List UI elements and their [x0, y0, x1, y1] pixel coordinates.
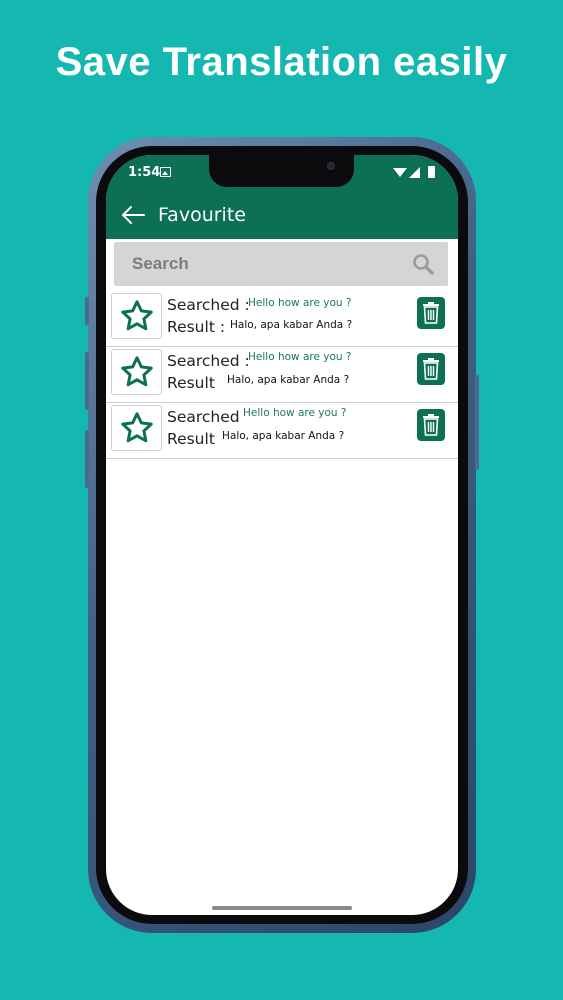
image-icon — [160, 167, 171, 177]
searched-text: Hello how are you ? — [248, 351, 352, 363]
favourite-toggle[interactable] — [111, 349, 162, 395]
trash-icon — [423, 414, 439, 436]
result-text: Halo, apa kabar Anda ? — [227, 374, 350, 386]
delete-button[interactable] — [417, 297, 445, 329]
app-bar: Favourite — [106, 191, 458, 239]
star-outline-icon — [121, 356, 153, 387]
result-text: Halo, apa kabar Anda ? — [222, 430, 345, 442]
searched-label: Searched — [167, 408, 240, 426]
signal-icon — [409, 167, 420, 178]
result-text: Halo, apa kabar Anda ? — [230, 319, 353, 331]
star-outline-icon — [121, 300, 153, 331]
page-title: Favourite — [158, 204, 246, 226]
searched-label: Searched : — [167, 352, 250, 370]
search-input[interactable] — [114, 242, 404, 286]
searched-text: Hello how are you ? — [248, 297, 352, 309]
wifi-icon — [393, 168, 407, 177]
searched-label: Searched : — [167, 296, 250, 314]
phone-side-button — [85, 352, 89, 410]
phone-side-button — [475, 375, 479, 470]
list-item[interactable]: Searched Hello how are you ? Result Halo… — [106, 403, 458, 459]
promo-headline: Save Translation easily — [55, 40, 508, 84]
list-item[interactable]: Searched : Hello how are you ? Result Ha… — [106, 347, 458, 403]
phone-side-button — [85, 430, 89, 488]
result-label: Result — [167, 374, 215, 392]
delete-button[interactable] — [417, 353, 445, 385]
home-indicator[interactable] — [212, 906, 352, 910]
list-item[interactable]: Searched : Hello how are you ? Result : … — [106, 291, 458, 347]
favourite-toggle[interactable] — [111, 293, 162, 339]
battery-icon — [428, 166, 435, 178]
favourites-list: Searched : Hello how are you ? Result : … — [106, 291, 458, 459]
phone-screen: 1:54 Favourite Search Searched: Hello h… — [106, 155, 458, 915]
result-label: Result — [167, 430, 215, 448]
search-icon[interactable] — [412, 253, 434, 275]
star-outline-icon — [121, 412, 153, 443]
status-time: 1:54 — [128, 165, 161, 180]
notch — [209, 155, 354, 187]
searched-text: Hello how are you ? — [243, 407, 347, 419]
search-bar — [114, 242, 448, 286]
trash-icon — [423, 358, 439, 380]
result-label: Result : — [167, 318, 226, 336]
delete-button[interactable] — [417, 409, 445, 441]
phone-side-button — [85, 297, 89, 325]
favourite-toggle[interactable] — [111, 405, 162, 451]
status-bar: 1:54 — [106, 155, 458, 191]
camera-icon — [327, 162, 335, 170]
back-arrow-icon[interactable] — [120, 204, 146, 226]
trash-icon — [423, 302, 439, 324]
